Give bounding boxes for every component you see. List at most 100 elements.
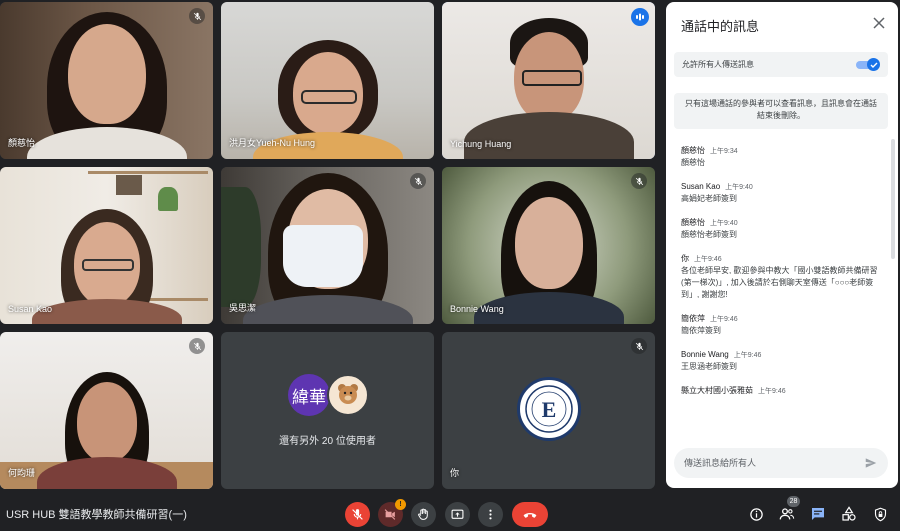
mic-off-icon xyxy=(631,173,647,189)
other-participants-count: 還有另外 20 位使用者 xyxy=(279,436,376,447)
speaking-indicator-icon xyxy=(631,8,649,26)
participant-name: Yichung Huang xyxy=(450,139,512,149)
message-sender: 顏慈怡 xyxy=(681,218,705,227)
mic-off-icon xyxy=(410,173,426,189)
message-compose xyxy=(674,448,888,478)
hand-icon xyxy=(418,508,428,520)
chat-panel: 通話中的訊息 允許所有人傳送訊息 只有這場通話的參與者可以查看訊息，且訊息會在通… xyxy=(666,2,898,488)
message-sender: 顏慈怡 xyxy=(681,146,705,155)
video-grid: 顏慈怡 洪月女Yueh-Nu Hung Yichung Huang Susan … xyxy=(0,0,664,492)
picture-frame xyxy=(116,175,142,195)
avatar xyxy=(327,374,369,416)
participant-tile[interactable]: 顏慈怡 xyxy=(0,2,213,159)
face-mask xyxy=(283,225,363,287)
activities-button[interactable] xyxy=(840,505,858,523)
avatar-initials: 緯華 xyxy=(292,387,326,407)
chat-message: 顏慈怡 上午9:40 顏慈怡老師簽到 xyxy=(681,217,886,241)
message-time: 上午9:40 xyxy=(710,220,738,227)
message-input[interactable] xyxy=(684,455,854,471)
message-time: 上午9:46 xyxy=(733,352,762,359)
host-controls-button[interactable] xyxy=(871,505,889,523)
participant-tile[interactable]: 何昀珊 xyxy=(0,332,213,489)
allow-messages-toggle[interactable] xyxy=(856,58,880,71)
message-text: 顏慈怡老師簽到 xyxy=(681,230,737,239)
message-time: 上午9:46 xyxy=(758,388,786,395)
info-icon xyxy=(749,507,763,521)
chat-scrollbar[interactable] xyxy=(891,139,895,259)
bottom-toolbar: USR HUB 雙語教學教師共備研習(一) ! 28 xyxy=(0,496,900,531)
raise-hand-button[interactable] xyxy=(411,502,436,527)
shapes-icon xyxy=(842,506,856,521)
message-time: 上午9:34 xyxy=(710,148,738,155)
chat-message: 簡依萍 上午9:46 簡依萍簽到 xyxy=(681,313,886,337)
more-options-button[interactable] xyxy=(478,502,503,527)
plant xyxy=(221,187,261,307)
self-tile[interactable]: E 你 xyxy=(442,332,655,489)
video-feed-face xyxy=(514,197,583,289)
message-text: 王思涵老師簽到 xyxy=(681,362,737,371)
message-text: 高娟妃老師簽到 xyxy=(681,194,737,203)
message-sender: 縣立大村國小張雅茹 xyxy=(681,386,753,395)
message-sender: 你 xyxy=(681,254,689,263)
shield-lock-icon xyxy=(874,507,886,521)
svg-text:E: E xyxy=(542,397,557,422)
participant-name: Susan Kao xyxy=(8,304,53,314)
message-time: 上午9:46 xyxy=(710,316,738,323)
allow-messages-label: 允許所有人傳送訊息 xyxy=(682,60,754,69)
message-sender: Bonnie Wang xyxy=(681,350,729,359)
teddy-bear-icon xyxy=(338,384,358,404)
more-vert-icon xyxy=(489,509,492,520)
participant-tile[interactable]: 洪月女Yueh-Nu Hung xyxy=(221,2,434,159)
send-icon[interactable] xyxy=(864,456,878,470)
message-text: 簡依萍簽到 xyxy=(681,326,721,335)
chat-icon xyxy=(812,508,824,520)
participant-tile[interactable]: Bonnie Wang xyxy=(442,167,655,324)
present-screen-button[interactable] xyxy=(445,502,470,527)
participant-name: 何昀珊 xyxy=(8,468,36,478)
participant-name: Bonnie Wang xyxy=(450,304,504,314)
message-text: 各位老師早安, 歡迎參與中教大「國小雙語教師共備研習(第一梯次)」, 加入後請於… xyxy=(681,266,878,299)
chat-message: Bonnie Wang 上午9:46 王思涵老師簽到 xyxy=(681,349,886,373)
chat-message: 你上午9:46 各位老師早安, 歡迎參與中教大「國小雙語教師共備研習(第一梯次)… xyxy=(681,253,886,301)
mic-off-icon xyxy=(352,509,363,520)
chat-message: Susan Kao 上午9:40 高娟妃老師簽到 xyxy=(681,181,886,205)
message-time: 上午9:46 xyxy=(694,256,722,263)
chat-panel-title: 通話中的訊息 xyxy=(681,19,760,34)
allow-messages-row: 允許所有人傳送訊息 xyxy=(674,52,888,77)
emblem-icon: E xyxy=(525,385,573,433)
mic-off-icon xyxy=(631,338,647,354)
meeting-title: USR HUB 雙語教學教師共備研習(一) xyxy=(6,509,187,521)
participants-button[interactable] xyxy=(778,505,796,523)
video-feed-face xyxy=(76,382,137,462)
chat-notice: 只有這場通話的參與者可以查看訊息，且訊息會在通話結束後刪除。 xyxy=(674,93,888,129)
leave-call-button[interactable] xyxy=(512,502,548,527)
glasses-icon xyxy=(522,70,582,86)
participant-count-badge: 28 xyxy=(787,496,800,507)
video-feed-face xyxy=(67,24,146,124)
participant-name: 吳思潔 xyxy=(229,303,257,313)
phone-hangup-icon xyxy=(523,512,537,518)
camera-off-icon xyxy=(384,509,396,520)
microphone-toggle-button[interactable] xyxy=(345,502,370,527)
participant-tile[interactable]: 吳思潔 xyxy=(221,167,434,324)
meeting-details-button[interactable] xyxy=(747,505,765,523)
other-participants-tile[interactable]: 緯華 還有另外 20 位使用者 xyxy=(221,332,434,489)
message-sender: 簡依萍 xyxy=(681,314,705,323)
close-icon[interactable] xyxy=(872,16,886,30)
message-list: 顏慈怡 上午9:34 顏慈怡 Susan Kao 上午9:40 高娟妃老師簽到 顏慈… xyxy=(681,145,886,409)
chat-button[interactable] xyxy=(809,505,827,523)
chat-message: 顏慈怡 上午9:34 顏慈怡 xyxy=(681,145,886,169)
people-icon xyxy=(779,508,795,520)
present-icon xyxy=(451,509,464,519)
participant-tile[interactable]: Susan Kao xyxy=(0,167,213,324)
glasses-icon xyxy=(301,90,357,104)
message-time: 上午9:40 xyxy=(725,184,753,191)
participant-tile-active-speaker[interactable]: Yichung Huang xyxy=(442,2,655,159)
glasses-icon xyxy=(82,259,134,271)
mic-off-icon xyxy=(189,338,205,354)
school-logo: E xyxy=(517,377,581,441)
message-text: 顏慈怡 xyxy=(681,158,705,167)
participant-name: 顏慈怡 xyxy=(8,138,36,148)
mic-off-icon xyxy=(189,8,205,24)
avatar: 緯華 xyxy=(288,374,330,416)
